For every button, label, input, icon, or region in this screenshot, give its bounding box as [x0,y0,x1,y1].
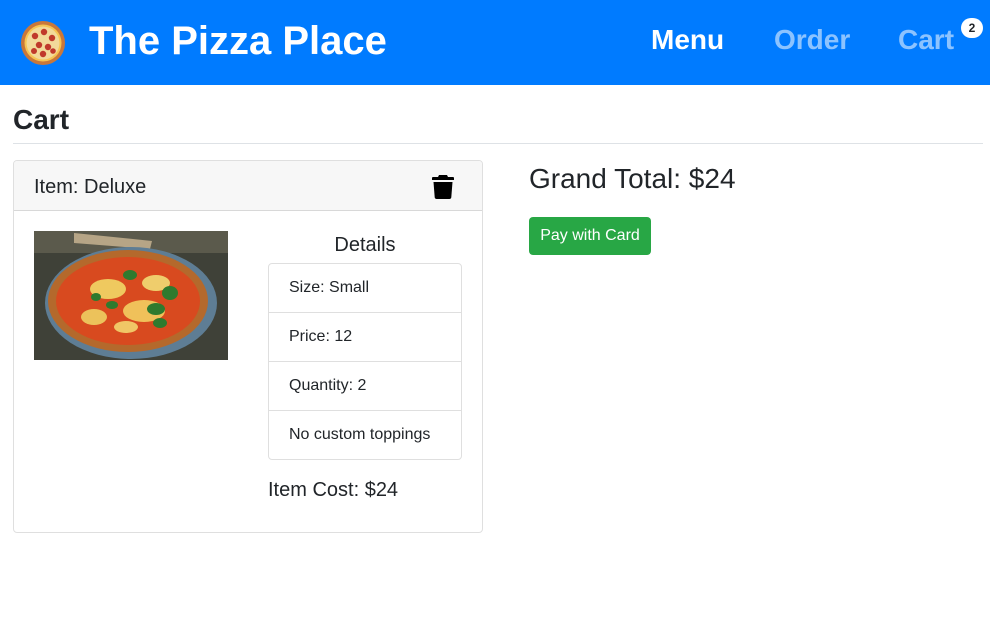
navbar: The Pizza Place Menu Order Cart 2 [0,0,990,85]
pizza-icon[interactable] [20,20,66,66]
cart-item-header: Item: Deluxe [14,161,482,211]
item-cost: Item Cost: $24 [268,479,399,501]
detail-price: Price: 12 [269,313,461,362]
trash-icon[interactable] [432,175,454,199]
detail-size: Size: Small [269,264,461,313]
cart-item-title: Item: Deluxe [34,176,147,198]
nav-link-order[interactable]: Order [774,22,850,58]
detail-toppings: No custom toppings [289,426,431,443]
pay-with-card-button[interactable]: Pay with Card [529,217,651,255]
details-list: Size: Small Price: 12 Quantity: 2 No cus… [268,263,462,460]
pizza-image [34,231,228,360]
cart-count-badge: 2 [961,18,983,38]
brand-title[interactable]: The Pizza Place [89,17,387,65]
grand-total: Grand Total: $24 [529,163,736,194]
divider [13,143,983,144]
details-heading: Details [334,234,396,256]
nav-link-cart[interactable]: Cart [898,22,954,58]
detail-quantity: Quantity: 2 [269,362,461,411]
page-title: Cart [13,104,70,135]
cart-item-card: Item: Deluxe Details Size: Small Price: … [13,160,483,533]
nav-link-menu[interactable]: Menu [651,22,724,58]
